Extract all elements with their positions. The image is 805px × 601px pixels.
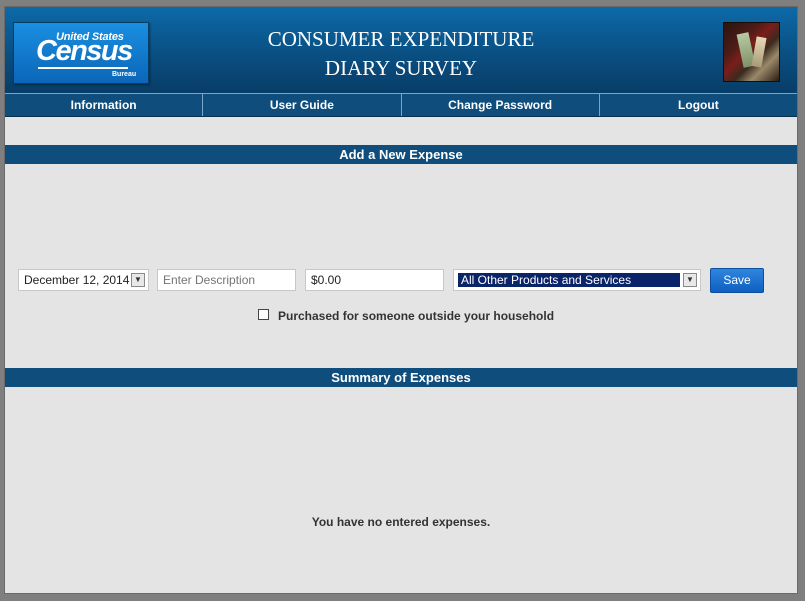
date-select[interactable]: December 12, 2014 ▼ bbox=[18, 269, 149, 291]
title-line-2: DIARY SURVEY bbox=[324, 56, 478, 80]
app-window: United States Census Bureau CONSUMER EXP… bbox=[4, 6, 798, 594]
date-value: December 12, 2014 bbox=[24, 273, 130, 287]
amount-input[interactable] bbox=[311, 270, 443, 290]
outside-household-label[interactable]: Purchased for someone outside your house… bbox=[278, 309, 554, 323]
summary-heading: Summary of Expenses bbox=[5, 368, 797, 387]
category-value: All Other Products and Services bbox=[458, 273, 680, 287]
banknote-icon bbox=[751, 36, 767, 68]
description-input[interactable] bbox=[163, 270, 295, 290]
logo-main-text: Census bbox=[36, 35, 133, 67]
add-expense-heading: Add a New Expense bbox=[5, 145, 797, 164]
nav-bar: Information User Guide Change Password L… bbox=[5, 93, 797, 117]
empty-expenses-message: You have no entered expenses. bbox=[311, 515, 491, 529]
logo-underline bbox=[38, 67, 128, 69]
nav-item-information[interactable]: Information bbox=[5, 94, 204, 116]
save-button[interactable]: Save bbox=[710, 268, 764, 293]
chevron-down-icon[interactable]: ▼ bbox=[683, 273, 697, 287]
money-photo-icon bbox=[723, 22, 780, 82]
nav-item-user-guide[interactable]: User Guide bbox=[203, 94, 402, 116]
census-logo[interactable]: United States Census Bureau bbox=[13, 22, 149, 84]
title-line-1: CONSUMER EXPENDITURE bbox=[267, 27, 535, 51]
page-title: CONSUMER EXPENDITURE DIARY SURVEY bbox=[225, 25, 577, 83]
nav-item-logout[interactable]: Logout bbox=[600, 94, 797, 116]
description-field[interactable] bbox=[157, 269, 296, 291]
amount-field[interactable] bbox=[305, 269, 444, 291]
nav-item-change-password[interactable]: Change Password bbox=[402, 94, 600, 116]
category-select[interactable]: All Other Products and Services ▼ bbox=[453, 269, 701, 291]
outside-household-checkbox[interactable] bbox=[258, 309, 269, 320]
logo-sub-text: Bureau bbox=[112, 71, 137, 78]
chevron-down-icon[interactable]: ▼ bbox=[131, 273, 145, 287]
header: United States Census Bureau CONSUMER EXP… bbox=[5, 7, 797, 93]
